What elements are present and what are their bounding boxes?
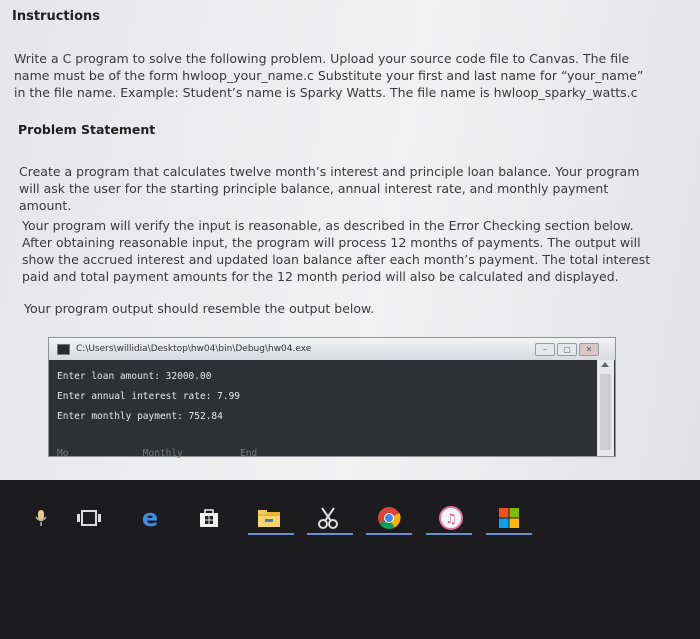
snipping-tool-icon[interactable]: [313, 504, 343, 532]
edge-browser-icon[interactable]: e: [135, 504, 165, 532]
close-button[interactable]: ✕: [579, 343, 599, 356]
console-titlebar[interactable]: C:\Users\willidia\Desktop\hw04\bin\Debug…: [49, 338, 615, 360]
office-icon[interactable]: [494, 504, 524, 532]
svg-text:♫: ♫: [445, 512, 457, 527]
console-app-icon: [57, 343, 70, 355]
problem-paragraph-2: Your program will verify the input is re…: [22, 218, 651, 284]
maximize-button[interactable]: ▢: [557, 343, 577, 356]
snipping-tool-active-indicator: [307, 533, 353, 535]
task-view-icon[interactable]: [74, 504, 104, 532]
taskbar: e ♫: [0, 490, 700, 550]
instructions-paragraph: Write a C program to solve the following…: [14, 51, 644, 100]
problem-paragraph-3: Your program output should resemble the …: [24, 301, 375, 316]
itunes-icon[interactable]: ♫: [436, 504, 466, 532]
console-title: C:\Users\willidia\Desktop\hw04\bin\Debug…: [76, 344, 312, 354]
console-window[interactable]: C:\Users\willidia\Desktop\hw04\bin\Debug…: [48, 337, 616, 459]
assignment-document: Instructions Write a C program to solve …: [0, 0, 700, 480]
file-explorer-icon[interactable]: [254, 504, 284, 532]
console-scrollbar[interactable]: [597, 360, 614, 456]
console-line-partial: Mo Monthly End: [57, 448, 258, 459]
console-line: Enter monthly payment: 752.84: [57, 411, 223, 422]
scroll-up-arrow-icon[interactable]: [601, 362, 609, 367]
console-line: Enter loan amount: 32000.00: [57, 371, 212, 382]
problem-paragraph-1: Create a program that calculates twelve …: [19, 164, 640, 213]
chrome-icon[interactable]: [374, 504, 404, 532]
office-active-indicator: [486, 533, 532, 535]
chrome-active-indicator: [366, 533, 412, 535]
instructions-heading: Instructions: [12, 9, 101, 24]
file-explorer-active-indicator: [248, 533, 294, 535]
svg-text:e: e: [142, 505, 158, 531]
console-output[interactable]: Enter loan amount: 32000.00 Enter annual…: [49, 360, 597, 459]
console-line: Enter annual interest rate: 7.99: [57, 391, 241, 402]
problem-statement-heading: Problem Statement: [18, 122, 156, 137]
minimize-button[interactable]: –: [535, 343, 555, 356]
scrollbar-thumb[interactable]: [600, 374, 611, 450]
itunes-active-indicator: [426, 533, 472, 535]
microphone-icon[interactable]: [26, 504, 56, 532]
store-icon[interactable]: [194, 504, 224, 532]
